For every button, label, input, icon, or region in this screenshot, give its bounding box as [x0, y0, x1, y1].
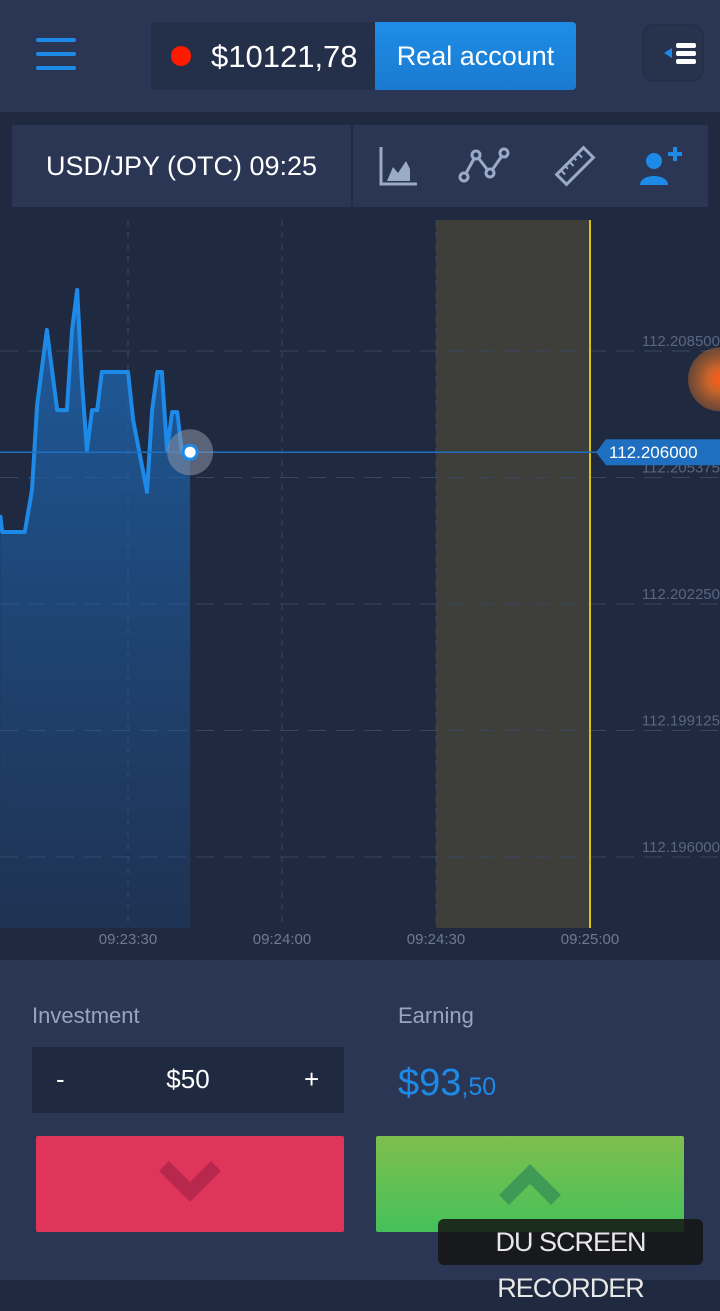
top-bar: $10121,78 Real account: [0, 0, 720, 112]
x-tick-label: 09:24:00: [253, 931, 311, 948]
arrow-down-icon: [159, 1161, 221, 1202]
x-tick-label: 09:25:00: [561, 931, 619, 948]
balance-display[interactable]: $10121,78: [151, 22, 376, 90]
menu-icon[interactable]: [36, 38, 76, 70]
investment-stepper[interactable]: - $50 +: [32, 1047, 344, 1113]
side-panel-button[interactable]: [642, 24, 704, 82]
expiry-window-shade: [436, 220, 590, 928]
current-price-label: 112.206000: [609, 443, 698, 462]
y-tick-label: 112.208500: [642, 333, 720, 350]
trader-marker: [688, 347, 720, 412]
earning-main: $93: [398, 1062, 462, 1104]
investment-value[interactable]: $50: [32, 1064, 344, 1095]
price-chart[interactable]: 009:23:3009:24:0009:24:3009:25:000112.20…: [0, 220, 720, 960]
recorder-watermark: DU SCREEN RECORDER: [438, 1219, 703, 1303]
indicators-icon[interactable]: [458, 143, 514, 189]
current-point: [181, 443, 199, 461]
balance-amount: $10121,78: [211, 39, 358, 74]
add-friend-icon[interactable]: [638, 143, 684, 189]
arrow-up-icon: [499, 1164, 561, 1205]
earning-value: $93,50: [398, 1062, 496, 1105]
real-account-button[interactable]: Real account: [375, 22, 576, 90]
y-tick-label: 112.199125: [642, 713, 720, 730]
investment-label: Investment: [32, 1003, 140, 1028]
x-tick-label: 09:24:30: [407, 931, 465, 948]
y-tick-label: 112.202250: [642, 586, 720, 603]
chart-toolbar: USD/JPY (OTC) 09:25: [12, 125, 708, 207]
call-up-button[interactable]: [376, 1136, 684, 1232]
increase-button[interactable]: +: [304, 1064, 319, 1095]
panel-toggle-icon: [664, 43, 696, 64]
account-status-dot: [171, 46, 191, 66]
chart-type-icon[interactable]: [376, 143, 422, 189]
earning-cents: ,50: [461, 1073, 497, 1101]
put-down-button[interactable]: [36, 1136, 344, 1232]
x-tick-label: 09:23:30: [99, 931, 157, 948]
y-tick-label: 112.196000: [642, 839, 720, 856]
ruler-icon[interactable]: [552, 143, 598, 189]
earning-label: Earning: [398, 1003, 474, 1028]
asset-selector[interactable]: USD/JPY (OTC) 09:25: [12, 125, 353, 207]
